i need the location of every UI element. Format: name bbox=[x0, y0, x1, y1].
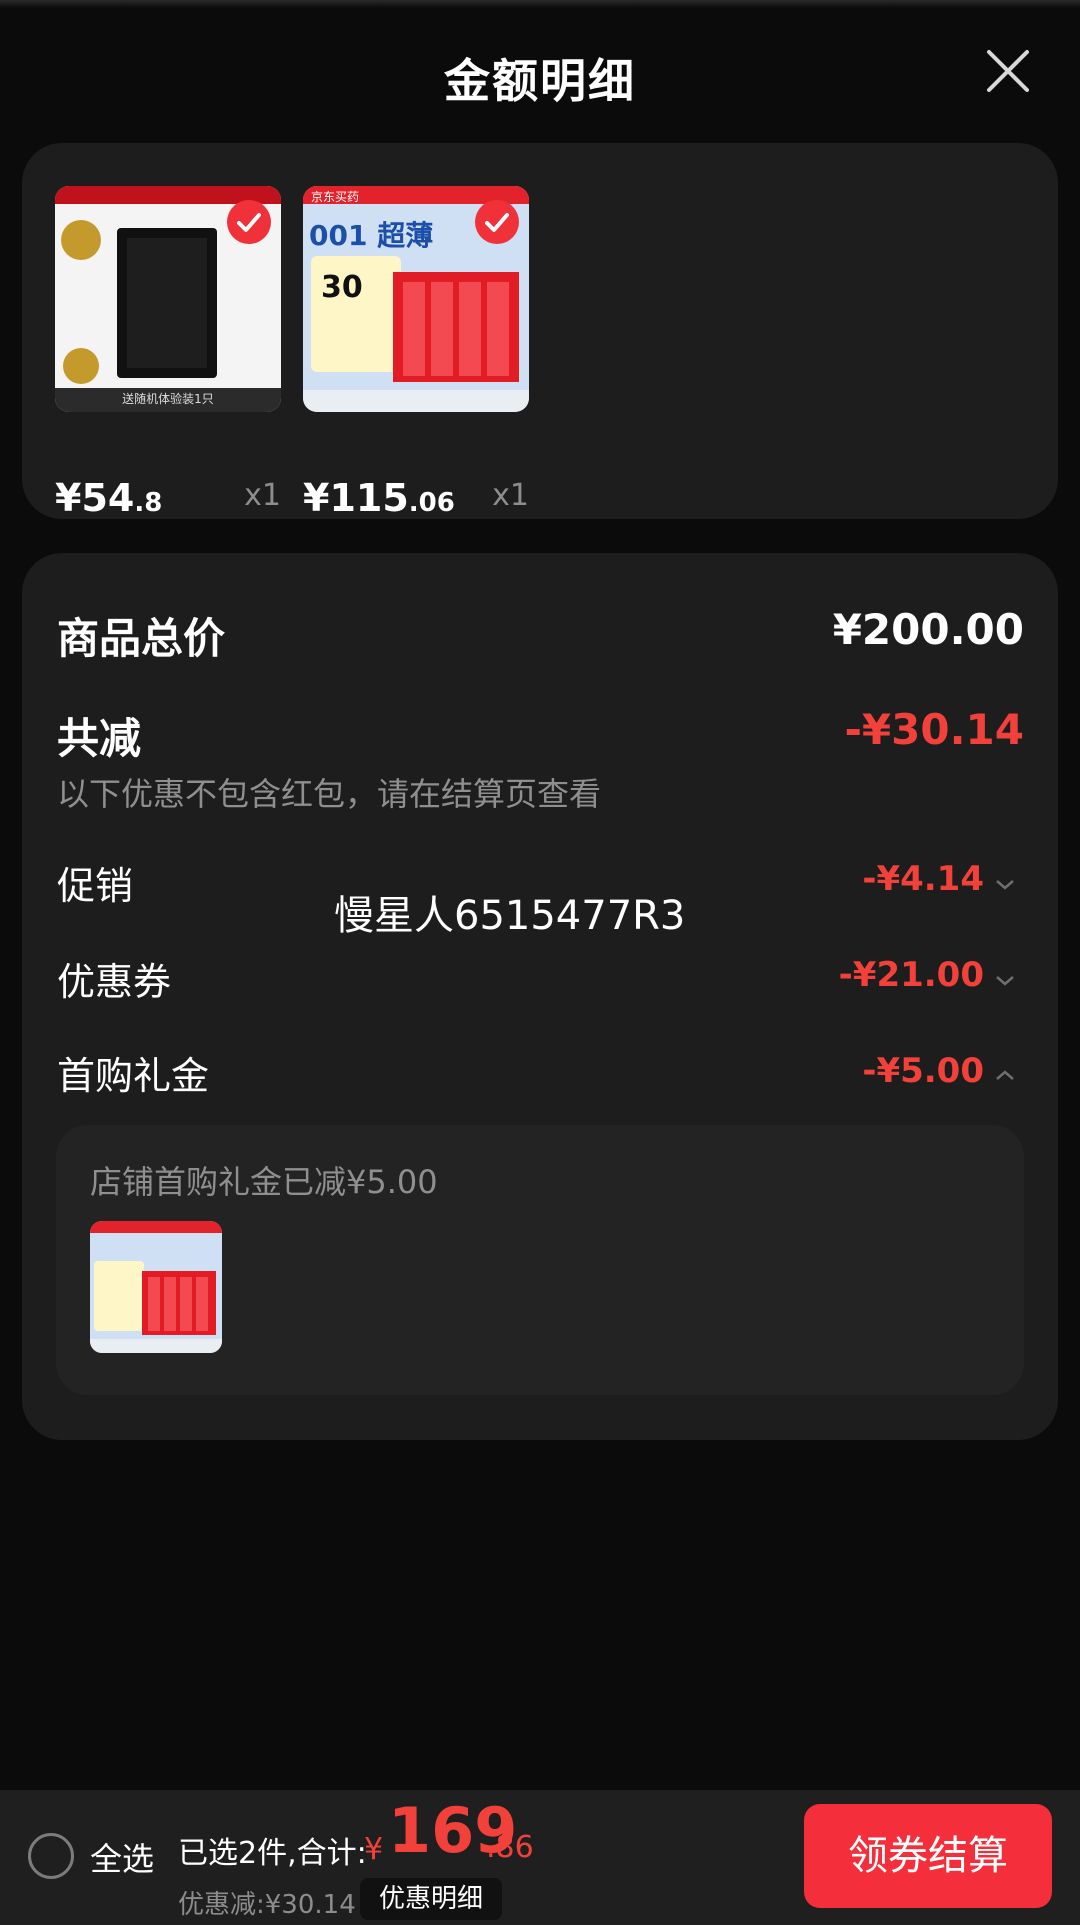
page-title: 金额明细 bbox=[444, 54, 636, 108]
products-card: 送随机体验装1只 ¥54.8 x1 京东买药 001 超薄 30 ¥115.06… bbox=[22, 143, 1058, 520]
price-summary-card: 商品总价 ¥200.00 共减 -¥30.14 以下优惠不包含红包，请在结算页查… bbox=[22, 553, 1058, 1440]
product-quantity: x1 bbox=[244, 478, 281, 513]
total-reduce-value: -¥30.14 bbox=[844, 705, 1024, 754]
chevron-down-icon[interactable] bbox=[994, 973, 1016, 987]
select-all-radio-icon[interactable] bbox=[28, 1833, 74, 1879]
thumb-headline: 001 超薄 bbox=[309, 219, 434, 252]
select-all-label[interactable]: 全选 bbox=[90, 1834, 154, 1880]
reduce-note: 以下优惠不包含红包，请在结算页查看 bbox=[57, 775, 602, 813]
close-icon[interactable] bbox=[985, 48, 1031, 94]
thumb-badge: 30 bbox=[321, 270, 363, 305]
chevron-down-icon[interactable] bbox=[994, 877, 1016, 891]
thumb-brand: 京东买药 bbox=[311, 190, 360, 204]
coupon-value[interactable]: -¥21.00 bbox=[839, 955, 984, 995]
promotion-value[interactable]: -¥4.14 bbox=[862, 859, 984, 899]
first-purchase-gift-value[interactable]: -¥5.00 bbox=[862, 1051, 984, 1091]
selected-count-label: 已选2件,合计: bbox=[178, 1836, 367, 1871]
checkout-bar: 全选 已选2件,合计: ¥ 169 .86 优惠减:¥30.14 优惠明细 领券… bbox=[0, 1790, 1080, 1925]
check-icon[interactable] bbox=[227, 200, 271, 244]
discount-detail-button[interactable]: 优惠明细 bbox=[360, 1878, 502, 1920]
checkout-button[interactable]: 领券结算 bbox=[804, 1804, 1052, 1908]
watermark-text: 慢星人6515477R3 bbox=[334, 893, 686, 939]
product-price: ¥54.8 bbox=[55, 476, 163, 520]
discount-summary: 优惠减:¥30.14 bbox=[178, 1890, 356, 1920]
chevron-up-icon[interactable] bbox=[994, 1067, 1016, 1081]
product-quantity: x1 bbox=[492, 478, 529, 513]
product-item[interactable]: 京东买药 001 超薄 30 ¥115.06 x1 bbox=[303, 186, 529, 520]
thumb-caption: 送随机体验装1只 bbox=[122, 392, 214, 406]
product-price: ¥115.06 bbox=[303, 476, 455, 520]
total-amount-decimal: .86 bbox=[486, 1830, 534, 1865]
gift-product-image bbox=[90, 1221, 222, 1353]
top-strip bbox=[0, 0, 1080, 8]
product-thumbnail[interactable]: 京东买药 001 超薄 30 bbox=[303, 186, 529, 412]
gift-note: 店铺首购礼金已减¥5.00 bbox=[90, 1163, 438, 1201]
product-thumbnail[interactable]: 送随机体验装1只 bbox=[55, 186, 281, 412]
first-purchase-gift-label: 首购礼金 bbox=[57, 1054, 210, 1098]
total-price-label: 商品总价 bbox=[57, 614, 226, 663]
total-currency-symbol: ¥ bbox=[364, 1832, 384, 1867]
gift-detail-box: 店铺首购礼金已减¥5.00 bbox=[56, 1125, 1024, 1395]
total-reduce-label: 共减 bbox=[57, 714, 142, 763]
product-item[interactable]: 送随机体验装1只 ¥54.8 x1 bbox=[55, 186, 281, 520]
total-price-value: ¥200.00 bbox=[832, 605, 1024, 654]
gift-product-thumbnail[interactable] bbox=[90, 1221, 222, 1353]
promotion-label: 促销 bbox=[57, 864, 134, 908]
check-icon[interactable] bbox=[475, 200, 519, 244]
coupon-label: 优惠券 bbox=[57, 960, 172, 1004]
